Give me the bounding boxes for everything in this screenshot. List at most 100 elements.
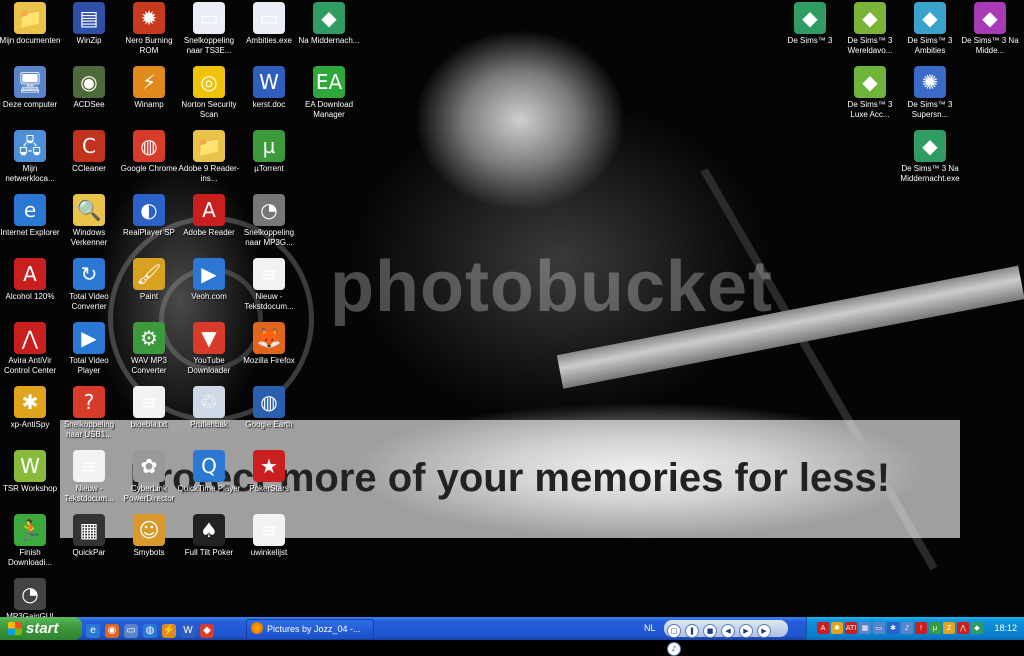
desktop-icon-quicktime-player[interactable]: Q QuickTime Player (177, 450, 241, 494)
media-next-icon[interactable]: ▶ (757, 624, 771, 638)
tray-antispy-icon[interactable]: ✱ (831, 622, 843, 634)
desktop-icon-finish-downloading[interactable]: 🏃 Finish Downloadi... (0, 514, 62, 568)
media-prev-icon[interactable]: ◀ (721, 624, 735, 638)
desktop-icon-ea-download-manager[interactable]: EA EA Download Manager (297, 66, 361, 120)
desktop-icon-windows-verkenner[interactable]: 🔍 Windows Verkenner (57, 194, 121, 248)
media-stop-icon[interactable]: ■ (703, 624, 717, 638)
desktop-icon-google-earth[interactable]: ◍ Google Earth (237, 386, 301, 430)
wallpaper-watermark: photobucket (330, 247, 773, 327)
media-restore-icon[interactable]: □ (667, 624, 681, 638)
tray-security-icon[interactable]: ! (915, 622, 927, 634)
tray-alcohol-icon[interactable]: A (817, 622, 829, 634)
taskbar-button-firefox[interactable]: Pictures by Jozz_04 -... (246, 619, 374, 640)
desktop-icon-adobe-9-reader-install[interactable]: 📁 Adobe 9 Reader-ins... (177, 130, 241, 184)
desktop-icon-de-sims-3-wereldavonturen[interactable]: ◆ De Sims™ 3 Wereldavo... (838, 2, 902, 56)
desktop-icon-label: uwinkelijst (250, 548, 288, 557)
tray-ati-icon[interactable]: ATI (845, 622, 857, 634)
desktop-icon-pokerstars[interactable]: ★ PokerStars (237, 450, 301, 494)
tray-avira-icon[interactable]: ⋀ (957, 622, 969, 634)
desktop-icon-label: Na Middernach... (298, 36, 360, 45)
desktop-icon-mijn-documenten[interactable]: 📁 Mijn documenten (0, 2, 62, 46)
sims-icon: ◆ (974, 2, 1006, 34)
desktop-icon-bloebla-txt[interactable]: ≡ bloebla.txt (117, 386, 181, 430)
desktop-icon-veoh-com[interactable]: ▶ Veoh.com (177, 258, 241, 302)
tray-sims-icon[interactable]: ◆ (971, 622, 983, 634)
clock[interactable]: 18:12 (994, 617, 1017, 640)
desktop-icon-prullenbak[interactable]: ♲ Prullenbak (177, 386, 241, 430)
firefox-icon[interactable]: ◉ (105, 624, 119, 638)
desktop-icon-de-sims-3-na-middernacht[interactable]: ◆ De Sims™ 3 Na Midde... (958, 2, 1022, 56)
pokerstars-icon: ★ (253, 450, 285, 482)
desktop-icon-snelkoppeling-mp3g[interactable]: ◔ Snelkoppeling naar MP3G... (237, 194, 301, 248)
desktop-icon-deze-computer[interactable]: 🖥 Deze computer (0, 66, 62, 110)
desktop-icon[interactable]: ▭ (124, 624, 138, 638)
youtube-icon: ▼ (193, 322, 225, 354)
desktop-icon-label: Google Chrome (120, 164, 178, 173)
desktop-icon-label: De Sims™ 3 (787, 36, 833, 45)
chrome-icon[interactable]: ◍ (143, 624, 157, 638)
desktop-icon-de-sims-3-luxe[interactable]: ◆ De Sims™ 3 Luxe Acc... (838, 66, 902, 120)
desktop-icon-full-tilt-poker[interactable]: ♠ Full Tilt Poker (177, 514, 241, 558)
desktop-icon-paint[interactable]: 🖌 Paint (117, 258, 181, 302)
tray-volume-icon[interactable]: ♪ (901, 622, 913, 634)
desktop-icon-xp-antispy[interactable]: ✱ xp-AntiSpy (0, 386, 62, 430)
tray-display-icon[interactable]: ▭ (873, 622, 885, 634)
desktop-icon-smybots[interactable]: ☺ Smybots (117, 514, 181, 558)
desktop-icon-acdsee[interactable]: ◉ ACDSee (57, 66, 121, 110)
media-play-icon[interactable]: ▶ (739, 624, 753, 638)
desktop-icon-snelkoppeling-usb[interactable]: ? Snelkoppeling naar USB1... (57, 386, 121, 440)
desktop-icon-uwinkelijst[interactable]: ≡ uwinkelijst (237, 514, 301, 558)
desktop-icon-cyberlink-powerdirector[interactable]: ✿ CyberLink PowerDirector (117, 450, 181, 504)
desktop-icon-mijn-netwerklocaties[interactable]: 🖧 Mijn netwerkloca... (0, 130, 62, 184)
desktop-icon-quickpar[interactable]: ▦ QuickPar (57, 514, 121, 558)
desktop-icon-ambities-exe[interactable]: ▭ Ambities.exe (237, 2, 301, 46)
desktop-icon-de-sims-3-ambities[interactable]: ◆ De Sims™ 3 Ambities (898, 2, 962, 56)
media-icon[interactable]: ◆ (200, 624, 214, 638)
desktop-icon-youtube-downloader[interactable]: ▼ YouTube Downloader (177, 322, 241, 376)
desktop-icon-tsr-workshop[interactable]: W TSR Workshop (0, 450, 62, 494)
desktop-icon-na-middernacht[interactable]: ◆ Na Middernach... (297, 2, 361, 46)
desktop-icon-norton-security-scan[interactable]: ◎ Norton Security Scan (177, 66, 241, 120)
tray-bluetooth-icon[interactable]: ✱ (887, 622, 899, 634)
quick-launch: e ◉ ▭ ◍ ⚡ W ◆ (86, 620, 219, 638)
winamp-icon[interactable]: ⚡ (162, 624, 176, 638)
desktop-icon-google-chrome[interactable]: ◍ Google Chrome (117, 130, 181, 174)
desktop-icon-winamp[interactable]: ⚡ Winamp (117, 66, 181, 110)
desktop-icon-realplayer-sp[interactable]: ◐ RealPlayer SP (117, 194, 181, 238)
desktop-icon-ccleaner[interactable]: C CCleaner (57, 130, 121, 174)
desktop-icon-label: EA Download Manager (304, 100, 354, 119)
desktop-icon-internet-explorer[interactable]: e Internet Explorer (0, 194, 62, 238)
adobe-reader-icon: A (193, 194, 225, 226)
desktop-icon-total-video-player[interactable]: ▶ Total Video Player (57, 322, 121, 376)
word-doc-icon[interactable]: W (181, 624, 195, 638)
desktop-icon-kerst-doc[interactable]: Wkerst.doc (237, 66, 301, 110)
media-volume-icon[interactable]: ♪ (667, 642, 681, 656)
desktop-icon-avira-antivir[interactable]: ⋀ Avira AntiVir Control Center (0, 322, 62, 376)
desktop-icon-de-sims-3-supersn[interactable]: ✺ De Sims™ 3 Supersn... (898, 66, 962, 120)
media-pause-icon[interactable]: ❚ (685, 624, 699, 638)
desktop-icon-mp3gain[interactable]: ◔ MP3GainGUI (0, 578, 62, 617)
desktop-icon-de-sims-3-na-middernacht-exe[interactable]: ◆ De Sims™ 3 Na Middernacht.exe (898, 130, 962, 184)
mp3gain-icon: ◔ (14, 578, 46, 610)
tray-zonealarm-icon[interactable]: Z (943, 622, 955, 634)
ie-icon[interactable]: e (86, 624, 100, 638)
tray-utorrent-icon[interactable]: µ (929, 622, 941, 634)
desktop-icon-adobe-reader[interactable]: A Adobe Reader (177, 194, 241, 238)
desktop-icon-nero-burning-rom[interactable]: ✹ Nero Burning ROM (117, 2, 181, 56)
desktop-icon-nieuw-tekstdocument-2[interactable]: ≡ Nieuw - Tekstdocum... (57, 450, 121, 504)
desktop-icon-utorrent[interactable]: µ µTorrent (237, 130, 301, 174)
desktop-icon-label: Internet Explorer (0, 228, 60, 237)
tray-network-icon[interactable]: ▦ (859, 622, 871, 634)
desktop[interactable]: photobucket Protect more of your memorie… (0, 0, 1024, 617)
desktop-icon-wav-mp3-converter[interactable]: ⚙ WAV MP3 Converter (117, 322, 181, 376)
desktop-icon-mozilla-firefox[interactable]: 🦊 Mozilla Firefox (237, 322, 301, 366)
desktop-icon-winzip[interactable]: ▤ WinZip (57, 2, 121, 46)
desktop-icon-snelkoppeling-ts3e[interactable]: ▭ Snelkoppeling naar TS3E... (177, 2, 241, 56)
language-indicator[interactable]: NL (644, 617, 656, 640)
desktop-icon-total-video-converter[interactable]: ↻ Total Video Converter (57, 258, 121, 312)
desktop-icon-alcohol-120[interactable]: A Alcohol 120% (0, 258, 62, 302)
start-button[interactable]: start (0, 617, 82, 640)
desktop-icon-nieuw-tekstdocument[interactable]: ≡ Nieuw - Tekstdocum... (237, 258, 301, 312)
gear-icon: ⚙ (133, 322, 165, 354)
desktop-icon-de-sims-3[interactable]: ◆ De Sims™ 3 (778, 2, 842, 46)
